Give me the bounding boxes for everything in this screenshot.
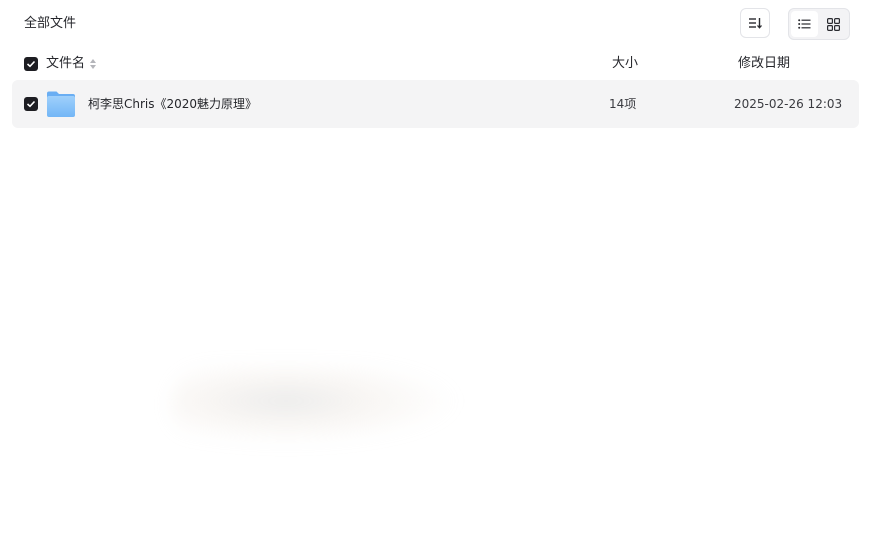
top-bar: 全部文件 [0,0,874,46]
blurred-overlay [170,365,460,445]
folder-icon [47,91,75,117]
sort-list-icon [749,18,762,29]
file-size: 14项 [609,97,637,111]
file-modified-date: 2025-02-26 12:03 [734,97,843,111]
sort-arrows-icon[interactable] [89,58,97,70]
table-header: 文件名 大小 修改日期 [0,50,874,78]
list-view-icon [798,19,811,29]
select-all-checkbox[interactable] [24,57,38,71]
sort-button[interactable] [740,8,770,38]
column-header-size[interactable]: 大小 [612,56,638,72]
row-checkbox[interactable] [24,97,38,111]
breadcrumb[interactable]: 全部文件 [24,14,76,34]
file-name[interactable]: 柯李思Chris《2020魅力原理》 [88,96,257,112]
check-icon [26,60,36,68]
grid-view-button[interactable] [820,11,847,37]
check-icon [26,100,36,108]
view-toggle [788,8,850,40]
table-row[interactable]: 柯李思Chris《2020魅力原理》 14项 2025-02-26 12:03 [12,80,859,128]
column-header-name[interactable]: 文件名 [46,56,85,72]
list-view-button[interactable] [791,11,818,37]
file-manager-page: 全部文件 文件名 大小 修改日期 柯李思Chris《2020魅力原理》 14项 … [0,0,874,538]
column-header-date[interactable]: 修改日期 [738,56,790,72]
grid-view-icon [827,17,840,31]
